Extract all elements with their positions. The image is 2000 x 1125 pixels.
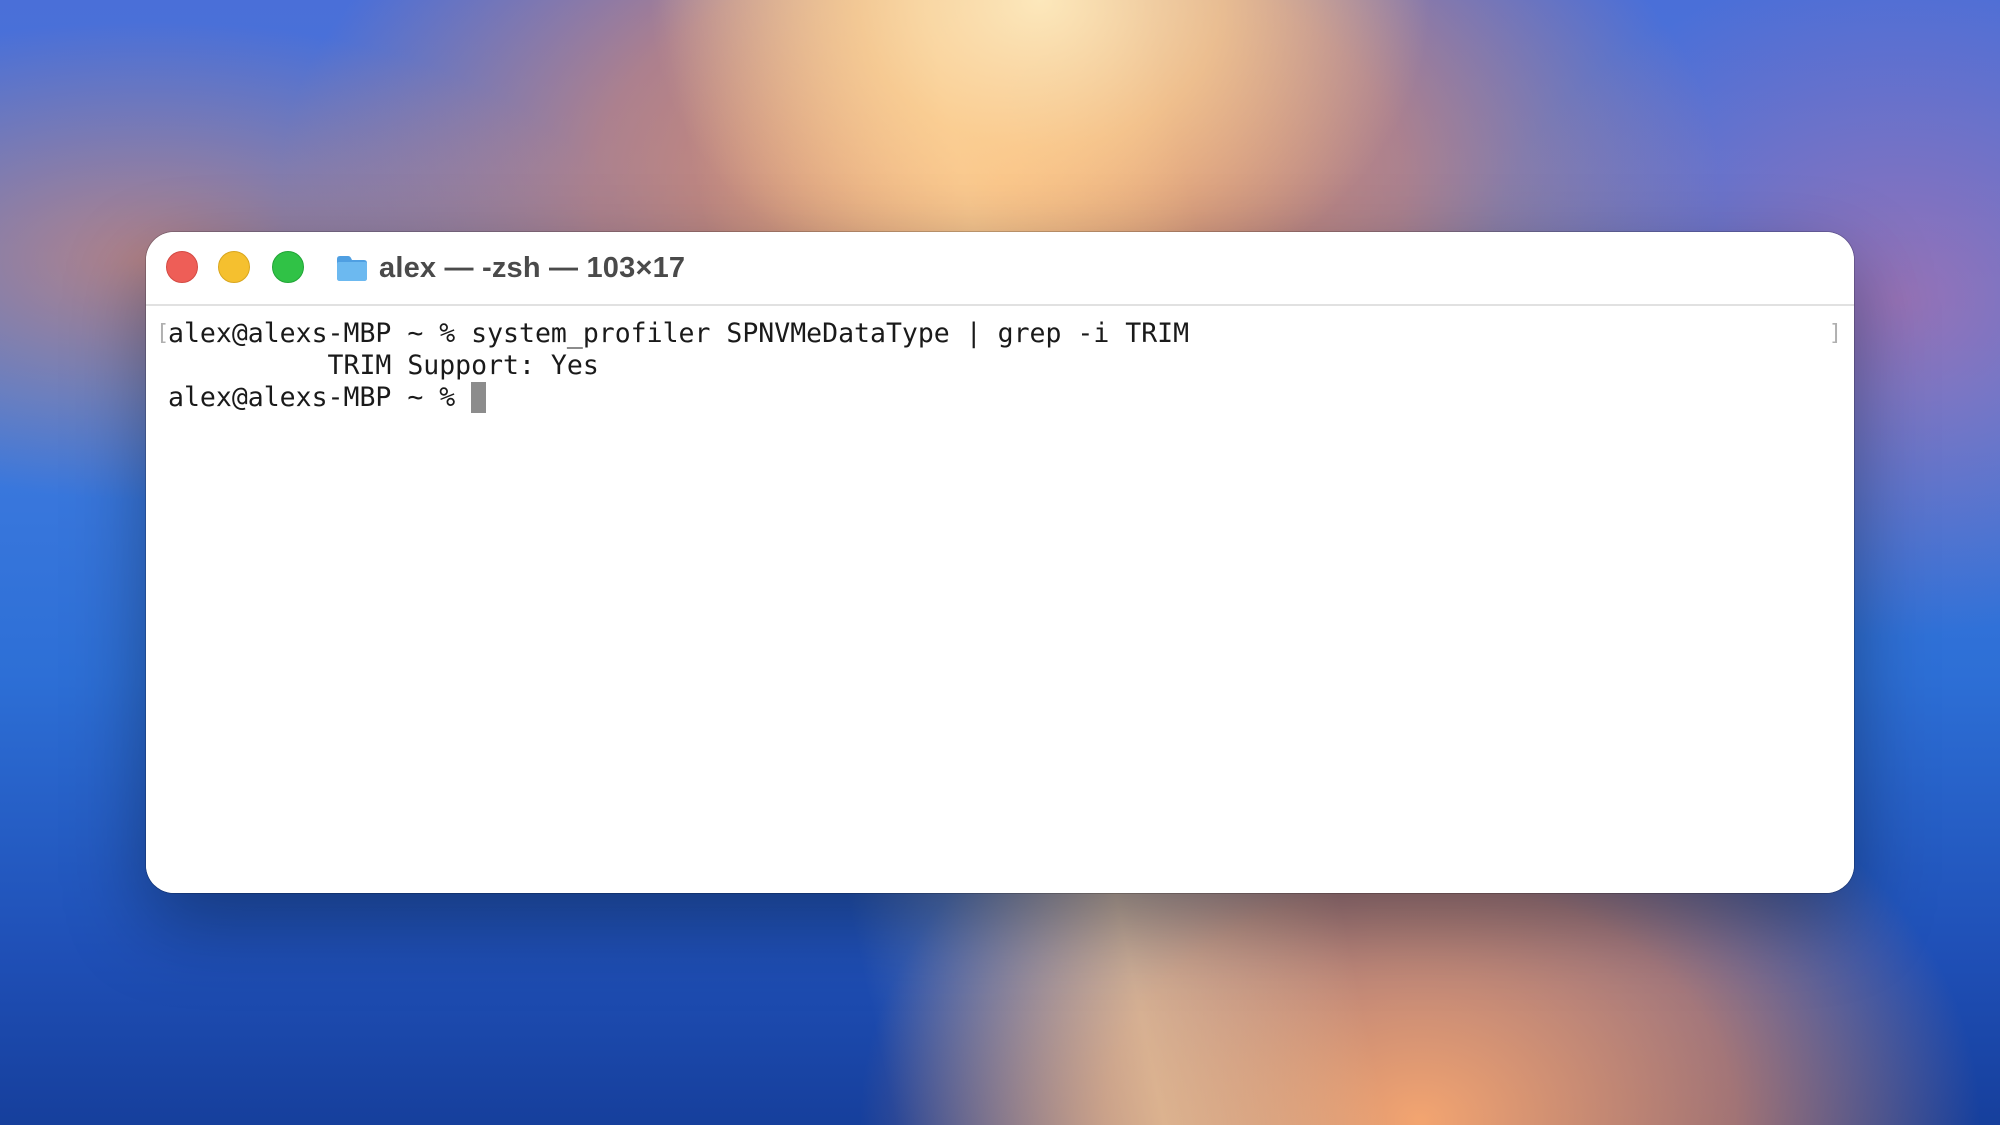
terminal-window: alex — -zsh — 103×17 [ ] alex@alexs-MBP … [146, 232, 1854, 893]
close-button[interactable] [166, 251, 198, 283]
text-cursor [471, 382, 487, 413]
prompt-text: alex@alexs-MBP ~ % [168, 382, 472, 413]
title-bar[interactable]: alex — -zsh — 103×17 [146, 232, 1854, 306]
prompt-mark-right: ] [1828, 321, 1842, 346]
window-title-text: alex — -zsh — 103×17 [379, 251, 686, 284]
window-title: alex — -zsh — 103×17 [335, 248, 685, 288]
folder-icon [335, 254, 369, 282]
minimize-button[interactable] [218, 251, 250, 283]
terminal-line-command: alex@alexs-MBP ~ % system_profiler SPNVM… [168, 318, 1190, 349]
zoom-button[interactable] [272, 251, 304, 283]
terminal-line-output: TRIM Support: Yes [168, 350, 599, 381]
terminal-content[interactable]: [ ] alex@alexs-MBP ~ % system_profiler S… [146, 306, 1854, 893]
terminal-line-prompt[interactable]: alex@alexs-MBP ~ % [168, 382, 487, 414]
